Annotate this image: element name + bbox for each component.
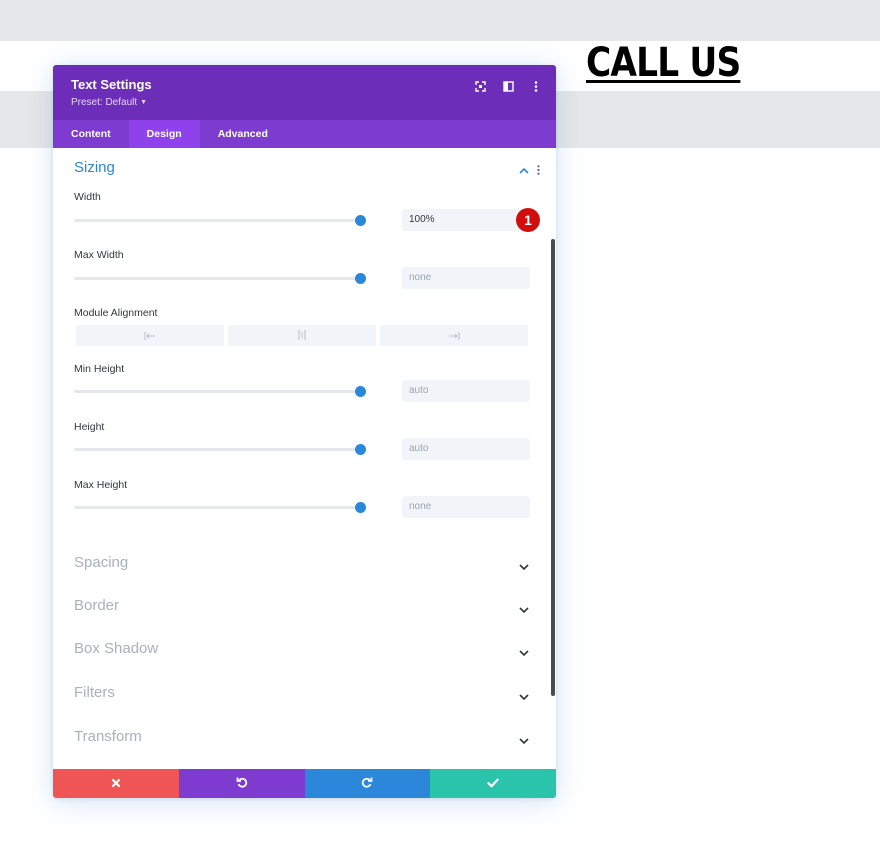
- modal-header: Text Settings Preset: Default ▼: [53, 65, 556, 120]
- section-box-shadow[interactable]: Box Shadow: [53, 640, 543, 683]
- preset-dropdown[interactable]: Preset: Default ▼: [71, 97, 147, 108]
- close-icon: [111, 775, 121, 793]
- page-top-bar: [0, 0, 880, 41]
- undo-button[interactable]: [178, 769, 305, 798]
- chevron-down-icon: [519, 644, 529, 662]
- slider-fill: [74, 506, 360, 509]
- section-title-border: Border: [74, 597, 120, 614]
- section-options-icon[interactable]: [537, 162, 540, 180]
- slider-handle[interactable]: [355, 273, 366, 284]
- scrollbar[interactable]: [551, 239, 555, 696]
- slider-handle[interactable]: [355, 444, 366, 455]
- header-icons: [472, 78, 544, 94]
- chevron-down-icon: [519, 601, 529, 619]
- redo-button[interactable]: [304, 769, 431, 798]
- undo-icon: [236, 775, 248, 793]
- min-height-input[interactable]: auto: [402, 380, 530, 402]
- width-input[interactable]: 100%: [402, 209, 530, 231]
- text-settings-modal: Text Settings Preset: Default ▼ Content D…: [53, 65, 556, 798]
- section-border[interactable]: Border: [53, 597, 543, 640]
- max-width-label: Max Width: [74, 249, 124, 261]
- slider-handle[interactable]: [355, 502, 366, 513]
- discard-button[interactable]: [53, 769, 179, 798]
- height-input[interactable]: auto: [402, 438, 530, 460]
- call-us-heading: CALL US: [586, 40, 741, 86]
- section-title-transform: Transform: [74, 728, 142, 745]
- preset-label: Preset: Default: [71, 97, 138, 108]
- max-width-slider[interactable]: [74, 273, 366, 284]
- max-height-input[interactable]: none: [402, 496, 530, 518]
- section-title-box-shadow: Box Shadow: [74, 640, 159, 657]
- max-height-label: Max Height: [74, 479, 128, 491]
- modal-footer: [53, 769, 556, 798]
- width-label: Width: [74, 191, 101, 203]
- align-right-button[interactable]: [380, 325, 528, 346]
- section-filters[interactable]: Filters: [53, 684, 543, 727]
- slider-handle[interactable]: [355, 215, 366, 226]
- settings-tabs: Content Design Advanced: [53, 120, 556, 148]
- tab-design[interactable]: Design: [128, 120, 200, 148]
- align-right-icon: [448, 327, 460, 345]
- chevron-down-icon: [519, 688, 529, 706]
- align-left-button[interactable]: [76, 325, 224, 346]
- module-alignment-group: [76, 325, 528, 346]
- min-height-label: Min Height: [74, 363, 125, 375]
- align-center-button[interactable]: [228, 325, 376, 346]
- modal-title: Text Settings: [71, 77, 152, 92]
- more-vertical-icon[interactable]: [528, 78, 544, 94]
- step-badge: 1: [516, 208, 540, 232]
- height-slider[interactable]: [74, 444, 366, 455]
- slider-fill: [74, 448, 360, 451]
- slider-fill: [74, 390, 360, 393]
- slider-fill: [74, 219, 360, 222]
- module-alignment-label: Module Alignment: [74, 307, 158, 319]
- chevron-down-icon: [519, 558, 529, 576]
- section-title-spacing: Spacing: [74, 554, 129, 571]
- height-label: Height: [74, 421, 105, 433]
- chevron-up-icon[interactable]: [519, 161, 529, 179]
- min-height-slider[interactable]: [74, 386, 366, 397]
- align-center-icon: [296, 327, 308, 345]
- section-transform[interactable]: Transform: [53, 728, 543, 771]
- save-button[interactable]: [430, 769, 556, 798]
- align-left-icon: [144, 327, 156, 345]
- redo-icon: [361, 775, 373, 793]
- slider-fill: [74, 277, 360, 280]
- expand-icon[interactable]: [472, 78, 488, 94]
- section-title-filters: Filters: [74, 684, 115, 701]
- chevron-down-icon: [519, 732, 529, 750]
- section-spacing[interactable]: Spacing: [53, 554, 543, 597]
- tab-content[interactable]: Content: [53, 120, 129, 148]
- max-width-input[interactable]: none: [402, 267, 530, 289]
- section-title-sizing[interactable]: Sizing: [74, 159, 115, 176]
- max-height-slider[interactable]: [74, 502, 366, 513]
- slider-handle[interactable]: [355, 386, 366, 397]
- tab-advanced[interactable]: Advanced: [200, 120, 286, 148]
- check-icon: [487, 775, 499, 793]
- caret-down-icon: ▼: [140, 99, 148, 106]
- split-view-icon[interactable]: [500, 78, 516, 94]
- width-slider[interactable]: [74, 215, 366, 226]
- settings-content: Sizing Width 100% 1 Max Width none Modul…: [53, 148, 556, 769]
